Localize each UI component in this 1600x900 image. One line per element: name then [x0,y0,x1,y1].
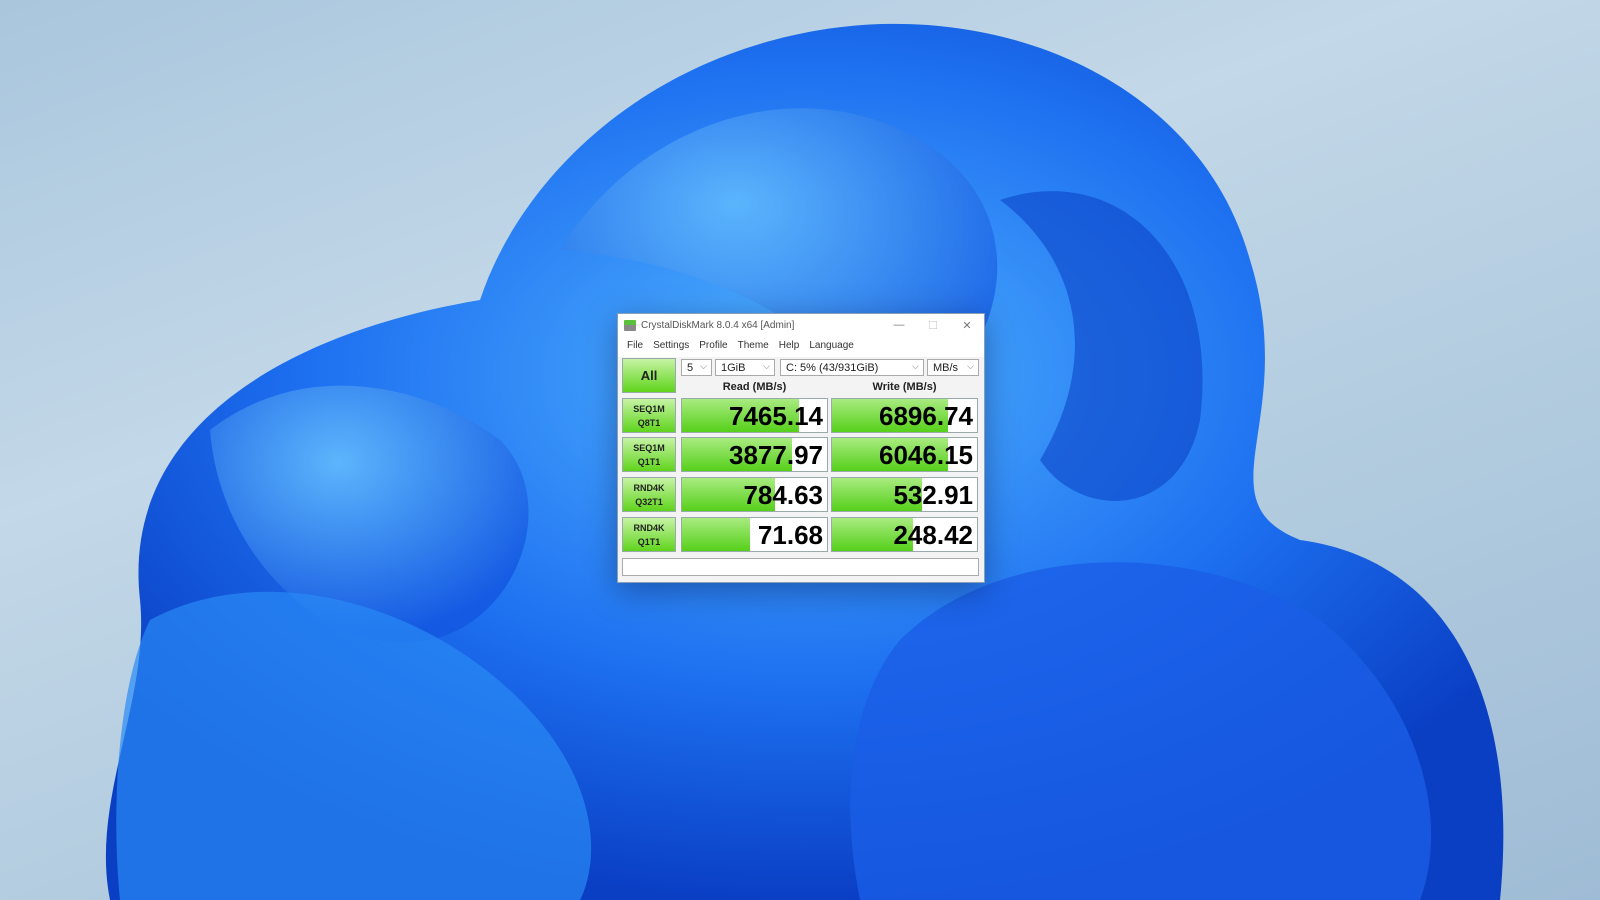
write-result-1: 6046.15 [831,437,978,472]
menu-settings[interactable]: Settings [648,340,694,351]
minimize-button[interactable]: — [882,319,916,331]
test-count-select[interactable]: 5 ⌵ [681,359,712,376]
drive-value: C: 5% (43/931GiB) [786,361,879,374]
read-value: 71.68 [757,520,823,550]
test-name: RND4K [633,483,665,493]
menu-file[interactable]: File [622,340,648,351]
menu-help[interactable]: Help [774,340,805,351]
chevron-down-icon: ⌵ [700,361,707,371]
read-value: 3877.97 [729,440,823,470]
menu-language[interactable]: Language [804,340,859,351]
test-params: Q32T1 [635,497,663,507]
write-header: Write (MB/s) [872,381,937,393]
title-bar[interactable]: CrystalDiskMark 8.0.4 x64 [Admin] — ☐ ✕ [618,314,984,336]
main-panel: All 5 ⌵ 1GiB ⌵ C: 5% (43/931GiB) ⌵ MB/s ⌵ Re… [618,357,984,582]
read-value: 784.63 [743,480,823,510]
chevron-down-icon: ⌵ [763,361,770,371]
maximize-button[interactable]: ☐ [916,319,950,332]
test-name: RND4K [633,523,665,533]
test-button-3[interactable]: RND4K Q1T1 [622,517,676,552]
test-params: Q1T1 [637,537,661,547]
write-value: 6046.15 [879,440,973,470]
unit-value: MB/s [933,361,959,374]
status-bar [622,558,979,576]
menu-profile[interactable]: Profile [694,340,732,351]
read-value: 7465.14 [729,401,823,431]
chevron-down-icon: ⌵ [912,361,919,371]
app-icon [624,319,636,331]
unit-select[interactable]: MB/s ⌵ [927,359,979,376]
write-result-2: 532.91 [831,477,978,512]
test-params: Q8T1 [637,418,661,428]
window-title: CrystalDiskMark 8.0.4 x64 [Admin] [641,319,795,331]
menu-bar: File Settings Profile Theme Help Languag… [618,336,984,354]
write-result-0: 6896.74 [831,398,978,433]
read-header: Read (MB/s) [722,381,787,393]
read-result-0: 7465.14 [681,398,828,433]
write-value: 248.42 [893,520,973,550]
write-result-3: 248.42 [831,517,978,552]
test-button-0[interactable]: SEQ1M Q8T1 [622,398,676,433]
read-bar [682,518,751,551]
drive-select[interactable]: C: 5% (43/931GiB) ⌵ [780,359,924,376]
read-result-1: 3877.97 [681,437,828,472]
chevron-down-icon: ⌵ [967,361,974,371]
test-name: SEQ1M [633,443,665,453]
test-name: SEQ1M [633,404,665,414]
crystaldiskmark-window: CrystalDiskMark 8.0.4 x64 [Admin] — ☐ ✕ … [617,313,985,583]
test-params: Q1T1 [637,457,661,467]
test-count-value: 5 [687,361,694,374]
read-result-2: 784.63 [681,477,828,512]
menu-theme[interactable]: Theme [733,340,774,351]
run-all-button[interactable]: All [622,358,676,393]
close-button[interactable]: ✕ [950,319,984,332]
test-size-value: 1GiB [721,361,746,374]
test-size-select[interactable]: 1GiB ⌵ [715,359,775,376]
write-value: 532.91 [893,480,973,510]
test-button-2[interactable]: RND4K Q32T1 [622,477,676,512]
test-button-1[interactable]: SEQ1M Q1T1 [622,437,676,472]
write-value: 6896.74 [879,401,973,431]
read-result-3: 71.68 [681,517,828,552]
